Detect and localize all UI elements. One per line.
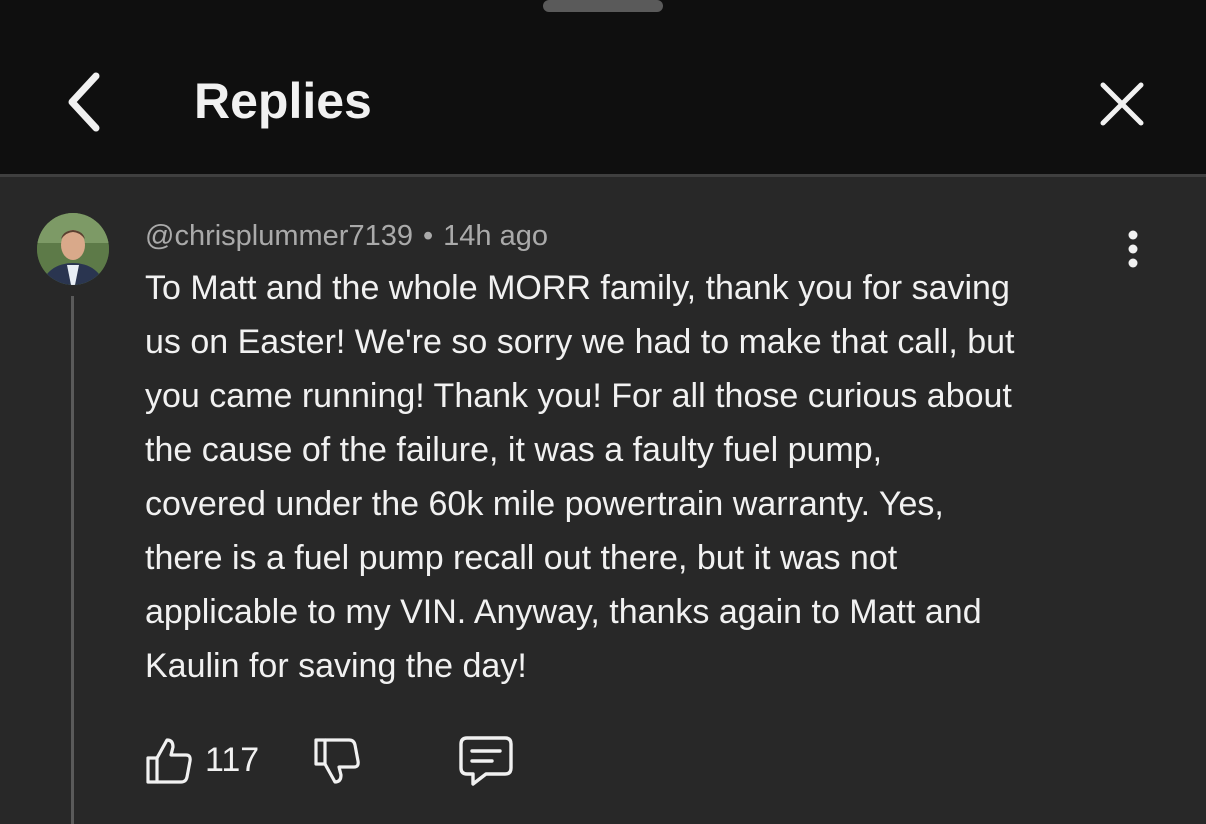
dislike-button[interactable]: [312, 736, 362, 786]
comment-timestamp[interactable]: 14h ago: [443, 220, 548, 252]
chevron-left-icon: [68, 72, 100, 132]
thumbs-up-icon: [146, 738, 192, 784]
comment-text: To Matt and the whole MORR family, thank…: [145, 269, 1015, 685]
back-button[interactable]: [52, 66, 116, 138]
page-title: Replies: [194, 73, 372, 129]
thread-line: [71, 296, 74, 824]
comment-icon: [459, 736, 513, 786]
avatar[interactable]: [37, 213, 109, 285]
close-icon: [1100, 82, 1144, 126]
like-count: 117: [205, 741, 260, 779]
meta-separator: •: [422, 220, 434, 252]
replies-header: Replies: [0, 0, 1206, 174]
thumbs-down-icon: [314, 738, 360, 784]
reply-button[interactable]: [458, 734, 514, 788]
avatar-image: [37, 213, 109, 285]
header-divider: [0, 174, 1206, 177]
close-button[interactable]: [1088, 70, 1156, 138]
comment-author[interactable]: @chrisplummer7139: [145, 220, 413, 252]
replies-panel: Replies @chrisplummer7139 • 14h ago To M…: [0, 0, 1206, 824]
like-button[interactable]: [144, 736, 194, 786]
drag-handle[interactable]: [543, 0, 663, 12]
comment-meta: @chrisplummer7139 • 14h ago: [145, 218, 548, 254]
